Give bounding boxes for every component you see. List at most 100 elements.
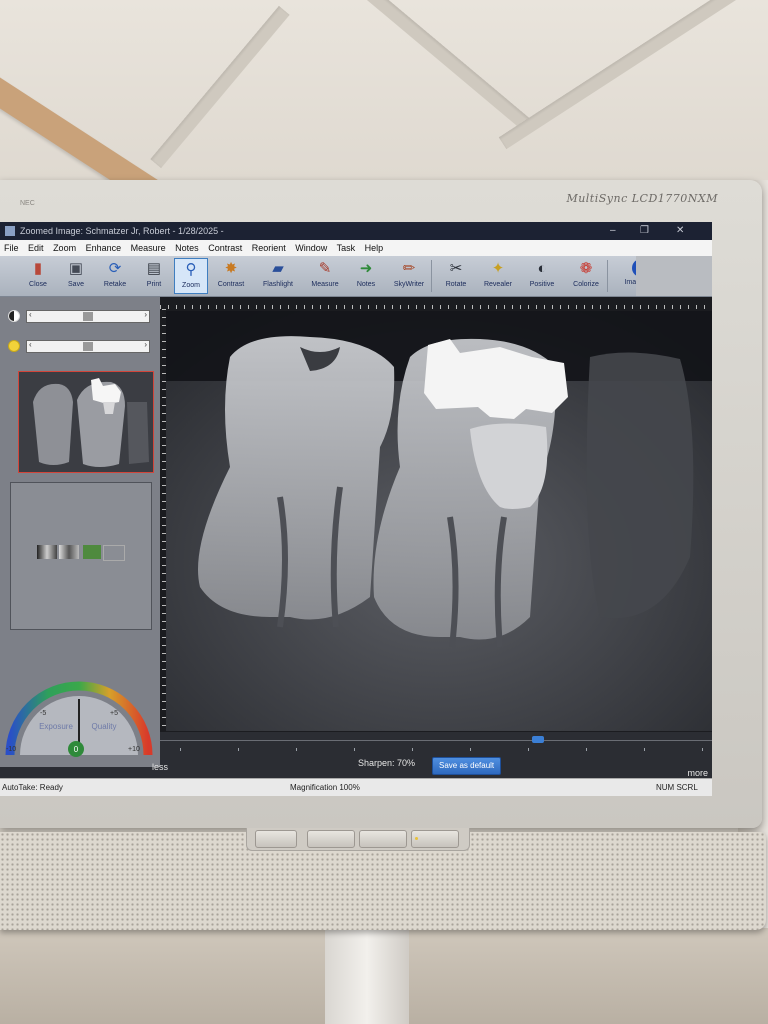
- brightness-slider[interactable]: ‹ ›: [8, 309, 150, 323]
- series-thumb[interactable]: [83, 545, 101, 559]
- brightness-icon: [8, 310, 20, 322]
- rotate-icon: ✂: [449, 260, 463, 277]
- series-thumb[interactable]: [59, 545, 79, 559]
- window-title: Zoomed Image: Schmatzer Jr, Robert - 1/2…: [20, 226, 224, 236]
- tool-notes-button[interactable]: ➜ Notes: [348, 258, 384, 294]
- tool-label: Save: [68, 281, 84, 288]
- sharpen-tick: [702, 748, 703, 751]
- tool-measure-button[interactable]: ✎ Measure: [304, 258, 346, 294]
- status-keys: NUM SCRL: [656, 783, 698, 792]
- ruler-pen-icon: ✎: [318, 260, 332, 277]
- monitor-button[interactable]: [359, 830, 407, 848]
- gamma-slider[interactable]: ‹ ›: [8, 339, 150, 353]
- refresh-icon: ⟳: [108, 260, 122, 277]
- slider-left-arrow[interactable]: ‹: [29, 340, 32, 349]
- tool-colorize-button[interactable]: ❁ Colorize: [564, 258, 608, 294]
- tool-print-button[interactable]: ▤ Print: [136, 258, 172, 294]
- brightness-track[interactable]: ‹ ›: [26, 310, 150, 323]
- sharpen-thumb[interactable]: [532, 736, 544, 743]
- tool-save-button[interactable]: ▣ Save: [58, 258, 94, 294]
- gauge-quality-label: Quality: [92, 722, 117, 731]
- sharpen-less-label: less: [152, 762, 169, 772]
- sharpen-tick: [470, 748, 471, 751]
- tool-revealer-button[interactable]: ✦ Revealer: [476, 258, 520, 294]
- toolbar-empty-area: [636, 256, 712, 296]
- colorize-icon: ❁: [579, 260, 593, 277]
- tool-label: Measure: [311, 281, 339, 288]
- tool-positive-button[interactable]: ◐ Positive: [522, 258, 562, 294]
- flashlight-icon: ▰: [272, 260, 284, 277]
- menu-measure[interactable]: Measure: [131, 243, 166, 253]
- sharpen-tick: [238, 748, 239, 751]
- gauge-exposure-label: Exposure: [39, 722, 73, 731]
- menu-file[interactable]: File: [4, 243, 19, 253]
- restore-icon[interactable]: ❐: [640, 222, 649, 240]
- gamma-track[interactable]: ‹ ›: [26, 340, 150, 353]
- sharpen-track[interactable]: [160, 740, 712, 747]
- tool-flashlight-button[interactable]: ▰ Flashlight: [254, 258, 302, 294]
- sharpen-tick: [586, 748, 587, 751]
- series-thumb[interactable]: [103, 545, 125, 561]
- tool-skywriter-button[interactable]: ✏ SkyWriter: [386, 258, 432, 294]
- notes-arrow-icon: ➜: [359, 260, 373, 277]
- series-panel: [10, 482, 152, 630]
- ceiling-groove: [150, 5, 290, 169]
- menu-notes[interactable]: Notes: [175, 243, 199, 253]
- app-icon: [5, 226, 15, 236]
- monitor-button[interactable]: [307, 830, 355, 848]
- gauge-right-mid: +5: [110, 710, 118, 717]
- wand-icon: ✦: [491, 260, 505, 277]
- tool-label: Rotate: [445, 281, 467, 288]
- tool-label: SkyWriter: [393, 281, 425, 288]
- tool-retake-button[interactable]: ⟳ Retake: [96, 258, 134, 294]
- ceiling-groove: [498, 0, 742, 150]
- left-panel: ‹ › ‹ › 0 Exposure Quality -5 +5 -10 +10: [0, 297, 160, 767]
- menu-zoom[interactable]: Zoom: [53, 243, 76, 253]
- minimize-icon[interactable]: –: [610, 222, 616, 240]
- slider-right-arrow[interactable]: ›: [144, 340, 147, 349]
- menu-window[interactable]: Window: [295, 243, 327, 253]
- tool-label: Positive: [529, 281, 555, 288]
- gauge-left-min: -10: [6, 746, 16, 753]
- tool-rotate-button[interactable]: ✂ Rotate: [438, 258, 474, 294]
- monitor-button[interactable]: [411, 830, 459, 848]
- thumbnail-xray: [19, 372, 153, 472]
- status-autotake: AutoTake: Ready: [2, 783, 63, 792]
- window-titlebar: Zoomed Image: Schmatzer Jr, Robert - 1/2…: [0, 222, 712, 240]
- brightness-thumb[interactable]: [83, 312, 93, 321]
- gamma-thumb[interactable]: [83, 342, 93, 351]
- menu-contrast[interactable]: Contrast: [208, 243, 242, 253]
- screen: Zoomed Image: Schmatzer Jr, Robert - 1/2…: [0, 222, 712, 796]
- close-icon[interactable]: ✕: [676, 222, 684, 240]
- xray-image-viewer[interactable]: [160, 297, 712, 732]
- sun-icon: [8, 340, 20, 352]
- menu-reorient[interactable]: Reorient: [252, 243, 286, 253]
- slider-left-arrow[interactable]: ‹: [29, 310, 32, 319]
- slider-right-arrow[interactable]: ›: [144, 310, 147, 319]
- tool-zoom-button[interactable]: ⚲ Zoom: [174, 258, 208, 294]
- status-magnification: Magnification 100%: [290, 783, 360, 792]
- menu-enhance[interactable]: Enhance: [86, 243, 122, 253]
- tool-close-button[interactable]: ▮ Close: [20, 258, 56, 294]
- monitor-button[interactable]: [255, 830, 297, 848]
- image-thumbnail[interactable]: [18, 371, 154, 473]
- close-doc-icon: ▮: [33, 260, 43, 277]
- tool-label: Contrast: [217, 281, 245, 288]
- menu-task[interactable]: Task: [337, 243, 356, 253]
- toolbar: ▮ Close ▣ Save ⟳ Retake ▤ Print ⚲ Zoom ✸ Contrast ▰ F…: [0, 256, 712, 297]
- save-as-default-button[interactable]: Save as default: [432, 757, 502, 775]
- menu-help[interactable]: Help: [365, 243, 384, 253]
- tool-label: Zoom: [182, 282, 200, 289]
- gauge-value: 0: [74, 745, 79, 754]
- tool-contrast-button[interactable]: ✸ Contrast: [210, 258, 252, 294]
- ceiling: [0, 0, 768, 210]
- tool-label: Notes: [356, 281, 376, 288]
- series-thumb[interactable]: [37, 545, 57, 559]
- starburst-icon: ✸: [224, 260, 238, 277]
- gauge-left-mid: -5: [40, 710, 46, 717]
- menu-bar: File Edit Zoom Enhance Measure Notes Con…: [0, 240, 712, 256]
- monitor-brand-left: NEC: [20, 200, 35, 207]
- menu-edit[interactable]: Edit: [28, 243, 44, 253]
- tool-label: Flashlight: [263, 281, 293, 288]
- tool-label: Close: [29, 281, 47, 288]
